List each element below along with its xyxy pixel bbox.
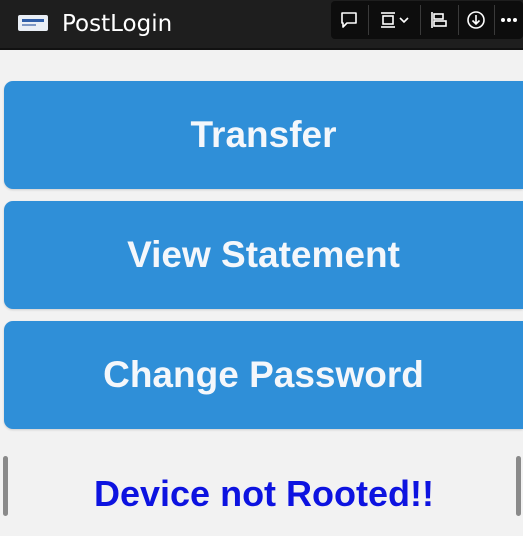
transfer-button[interactable]: Transfer: [4, 81, 523, 189]
more-icon: [501, 18, 517, 22]
more-button[interactable]: [495, 1, 523, 39]
change-password-button[interactable]: Change Password: [4, 321, 523, 429]
post-login-screen: Transfer View Statement Change Password: [0, 52, 523, 536]
comment-icon: [341, 12, 357, 28]
frame-icon: [381, 12, 395, 28]
frame-dropdown-button[interactable]: [369, 1, 419, 39]
download-icon: [467, 11, 485, 29]
window-titlebar: PostLogin: [0, 0, 523, 50]
app-icon: [18, 15, 48, 31]
overlay-toolbar: [331, 1, 523, 39]
window-title: PostLogin: [62, 11, 173, 37]
chevron-down-icon: [399, 17, 409, 24]
comment-button[interactable]: [331, 1, 367, 39]
app-icon-stripe-secondary: [22, 24, 36, 26]
root-status-text: Device not Rooted!!: [93, 473, 434, 514]
view-statement-button[interactable]: View Statement: [4, 201, 523, 309]
align-icon: [431, 12, 447, 28]
download-button[interactable]: [459, 1, 493, 39]
align-button[interactable]: [421, 1, 457, 39]
app-icon-stripe: [22, 19, 44, 22]
